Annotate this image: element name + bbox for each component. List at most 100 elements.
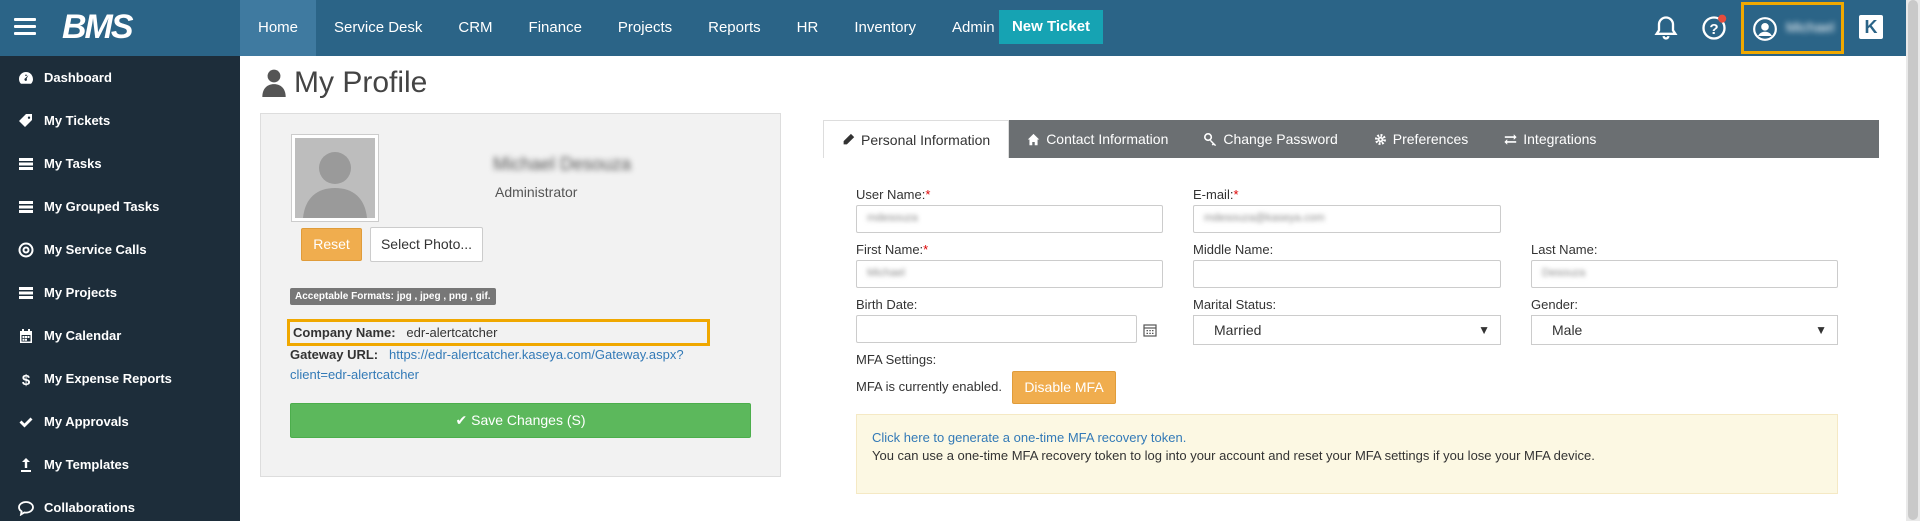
user-name-input[interactable]: mdesouza (856, 205, 1163, 233)
grouped-tasks-icon (19, 200, 33, 213)
profile-card: Michael Desouza Administrator Reset Sele… (260, 113, 781, 477)
save-changes-label: Save Changes (S) (471, 412, 586, 428)
dropdown-arrow-icon: ▼ (1478, 323, 1490, 337)
user-name-label: User Name:* (856, 187, 931, 202)
sidebar-item-my-projects[interactable]: My Projects (0, 271, 240, 314)
nav-inventory[interactable]: Inventory (836, 0, 934, 56)
sidebar-item-label: My Grouped Tasks (44, 199, 160, 214)
help-icon[interactable]: ? (1700, 14, 1728, 42)
gender-label: Gender: (1531, 297, 1578, 312)
email-label: E-mail:* (1193, 187, 1239, 202)
middle-name-label: Middle Name: (1193, 242, 1274, 257)
projects-icon (19, 286, 33, 299)
last-name-label: Last Name: (1531, 242, 1598, 257)
birth-date-input[interactable] (856, 315, 1137, 343)
menu-icon[interactable] (14, 18, 36, 36)
marital-status-value: Married (1214, 322, 1262, 338)
bell-icon[interactable] (1652, 14, 1680, 42)
nav-projects[interactable]: Projects (600, 0, 690, 56)
kaseya-logo-icon[interactable]: K (1859, 15, 1883, 39)
sidebar-item-my-approvals[interactable]: My Approvals (0, 400, 240, 443)
tab-preferences[interactable]: Preferences (1356, 120, 1486, 158)
disable-mfa-button[interactable]: Disable MFA (1012, 371, 1116, 404)
tab-change-password[interactable]: Change Password (1186, 120, 1355, 158)
sidebar-item-label: My Tasks (44, 156, 102, 171)
sidebar-item-label: My Service Calls (44, 242, 147, 257)
user-menu[interactable]: Michael (1741, 2, 1844, 54)
profile-role: Administrator (495, 184, 578, 200)
sidebar-item-dashboard[interactable]: Dashboard (0, 56, 240, 99)
page-title: My Profile (262, 66, 427, 100)
first-name-label: First Name:* (856, 242, 929, 257)
profile-tabs: Personal Information Contact Information… (823, 120, 1879, 158)
tab-label: Personal Information (861, 131, 991, 148)
save-changes-button[interactable]: ✔ Save Changes (S) (290, 403, 751, 438)
acceptable-formats-badge: Acceptable Formats: jpg , jpeg , png , g… (290, 288, 496, 305)
app-logo[interactable]: BMS (62, 8, 134, 47)
tab-integrations[interactable]: Integrations (1486, 120, 1614, 158)
exchange-icon (1504, 133, 1517, 145)
sidebar-item-my-tickets[interactable]: My Tickets (0, 99, 240, 142)
nav-home[interactable]: Home (240, 0, 317, 56)
gateway-url-row: Gateway URL: https://edr-alertcatcher.ka… (290, 345, 730, 385)
user-name-value: mdesouza (867, 212, 918, 224)
sidebar: Dashboard My Tickets My Tasks My Grouped… (0, 56, 240, 521)
first-name-value: Michael (867, 267, 905, 279)
nav-finance[interactable]: Finance (511, 0, 600, 56)
service-calls-icon (18, 242, 34, 257)
company-name-value: edr-alertcatcher (406, 325, 498, 340)
sidebar-item-my-expense-reports[interactable]: $ My Expense Reports (0, 357, 240, 400)
gateway-url-label: Gateway URL: (290, 347, 379, 362)
marital-status-select[interactable]: Married ▼ (1193, 315, 1501, 345)
sidebar-item-label: Dashboard (44, 70, 112, 85)
tasks-icon (19, 157, 33, 170)
nav-crm[interactable]: CRM (440, 0, 510, 56)
email-input[interactable]: mdesouza@kaseya.com (1193, 205, 1501, 233)
sidebar-item-my-tasks[interactable]: My Tasks (0, 142, 240, 185)
template-icon (21, 457, 31, 472)
sidebar-item-my-service-calls[interactable]: My Service Calls (0, 228, 240, 271)
nav-reports[interactable]: Reports (690, 0, 779, 56)
sidebar-item-my-templates[interactable]: My Templates (0, 443, 240, 486)
user-avatar-icon (1753, 17, 1777, 41)
check-icon: ✔ (455, 412, 468, 428)
tab-label: Preferences (1392, 131, 1469, 147)
nav-hr[interactable]: HR (779, 0, 837, 56)
reset-photo-button[interactable]: Reset (301, 228, 362, 261)
sidebar-item-label: My Projects (44, 285, 117, 300)
dropdown-arrow-icon: ▼ (1815, 323, 1827, 337)
profile-name: Michael Desouza (493, 154, 632, 174)
mfa-recovery-link[interactable]: Click here to generate a one-time MFA re… (872, 430, 1186, 445)
sidebar-item-label: My Calendar (44, 328, 122, 343)
select-photo-button[interactable]: Select Photo... (370, 227, 483, 262)
calendar-picker-icon[interactable] (1143, 323, 1157, 337)
gear-icon (1374, 133, 1386, 145)
key-icon (1204, 132, 1217, 146)
middle-name-input[interactable] (1193, 260, 1501, 288)
new-ticket-button[interactable]: New Ticket (999, 10, 1103, 44)
tab-contact-information[interactable]: Contact Information (1009, 120, 1186, 158)
chat-icon (18, 500, 34, 516)
last-name-input[interactable]: Desouza (1531, 260, 1838, 288)
scrollbar-thumb[interactable] (1908, 0, 1918, 520)
first-name-input[interactable]: Michael (856, 260, 1163, 288)
nav-service-desk[interactable]: Service Desk (316, 0, 440, 56)
sidebar-item-label: My Templates (44, 457, 130, 472)
gender-select[interactable]: Male ▼ (1531, 315, 1838, 345)
mfa-recovery-alert: Click here to generate a one-time MFA re… (856, 414, 1838, 494)
tab-personal-information[interactable]: Personal Information (823, 120, 1010, 158)
last-name-value: Desouza (1542, 267, 1586, 279)
page-title-text: My Profile (294, 66, 428, 99)
svg-text:?: ? (1709, 21, 1718, 38)
marital-status-label: Marital Status: (1193, 297, 1277, 312)
sidebar-item-label: Collaborations (44, 500, 136, 515)
ticket-icon (19, 113, 32, 127)
sidebar-item-collaborations[interactable]: Collaborations (0, 486, 240, 529)
mfa-status-text: MFA is currently enabled. (856, 379, 1002, 394)
sidebar-item-my-calendar[interactable]: My Calendar (0, 314, 240, 357)
dashboard-icon (19, 71, 33, 84)
sidebar-item-my-grouped-tasks[interactable]: My Grouped Tasks (0, 185, 240, 228)
svg-text:$: $ (22, 372, 31, 387)
calendar-icon (20, 328, 32, 343)
mfa-settings-label: MFA Settings: (856, 352, 937, 367)
